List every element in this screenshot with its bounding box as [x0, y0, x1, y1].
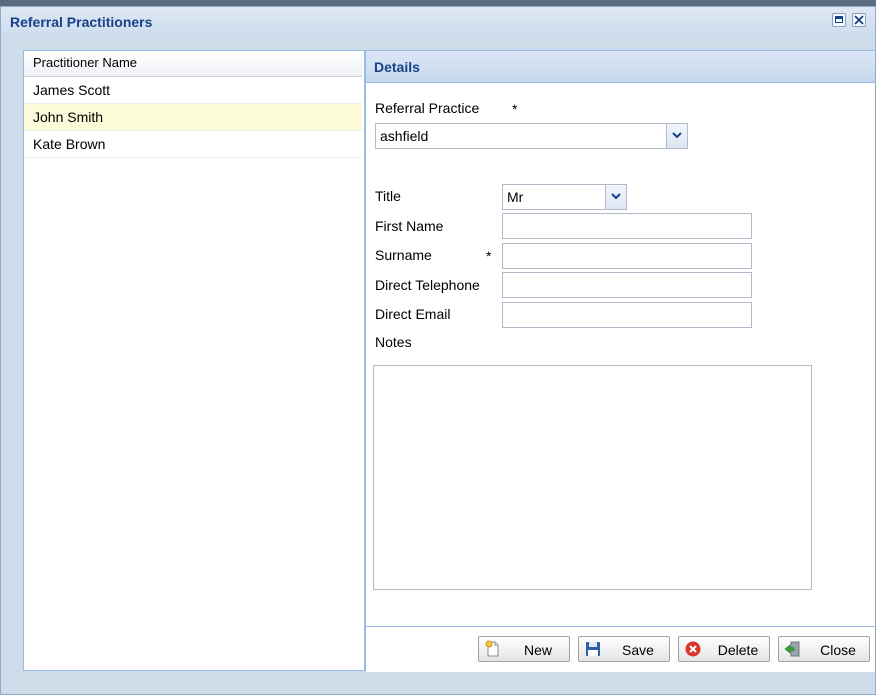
table-row[interactable]: Kate Brown [24, 131, 362, 158]
save-icon [586, 642, 600, 656]
table-row[interactable]: John Smith [24, 104, 362, 131]
title-select[interactable]: Mr [502, 184, 627, 210]
direct-telephone-label: Direct Telephone [375, 277, 480, 293]
referral-practitioners-window: Referral Practitioners Practitioner Name… [0, 6, 876, 695]
first-name-field[interactable] [502, 213, 752, 239]
maximize-icon[interactable] [832, 13, 846, 27]
save-button[interactable]: Save [578, 636, 670, 662]
window-title: Referral Practitioners [10, 14, 153, 30]
referral-practice-select[interactable]: ashfield [375, 123, 688, 149]
practitioner-grid: Practitioner Name James Scott John Smith… [23, 50, 365, 671]
surname-field[interactable] [502, 243, 752, 269]
chevron-down-icon[interactable] [666, 124, 687, 148]
close-icon[interactable] [852, 13, 866, 27]
direct-telephone-field[interactable] [502, 272, 752, 298]
button-toolbar: New Save Delete Close [366, 626, 875, 672]
details-header: Details [366, 51, 875, 83]
title-value: Mr [507, 189, 524, 205]
new-button-label: New [523, 642, 552, 658]
column-header-practitioner-name[interactable]: Practitioner Name [24, 51, 362, 77]
window-titlebar[interactable]: Referral Practitioners [1, 7, 875, 37]
delete-button-label: Delete [717, 642, 759, 658]
new-document-icon [485, 640, 499, 657]
title-label: Title [375, 188, 401, 204]
save-button-label: Save [622, 642, 654, 658]
first-name-label: First Name [375, 218, 444, 234]
direct-email-label: Direct Email [375, 306, 451, 322]
referral-practice-value: ashfield [380, 128, 429, 144]
details-panel: Details Referral Practice * ashfield Tit… [365, 50, 875, 672]
referral-practice-label: Referral Practice [375, 100, 480, 116]
direct-email-field[interactable] [502, 302, 752, 328]
notes-label: Notes [375, 334, 412, 350]
close-button[interactable]: Close [778, 636, 870, 662]
chevron-down-icon[interactable] [605, 185, 626, 209]
table-row[interactable]: James Scott [24, 77, 362, 104]
new-button[interactable]: New [478, 636, 570, 662]
delete-button[interactable]: Delete [678, 636, 770, 662]
delete-icon [685, 641, 701, 657]
close-button-label: Close [820, 642, 856, 658]
notes-textarea[interactable] [373, 365, 812, 590]
surname-label: Surname [375, 247, 432, 263]
required-marker: * [512, 101, 518, 117]
required-marker: * [486, 248, 492, 264]
exit-door-icon [784, 641, 800, 657]
details-title: Details [374, 59, 420, 75]
